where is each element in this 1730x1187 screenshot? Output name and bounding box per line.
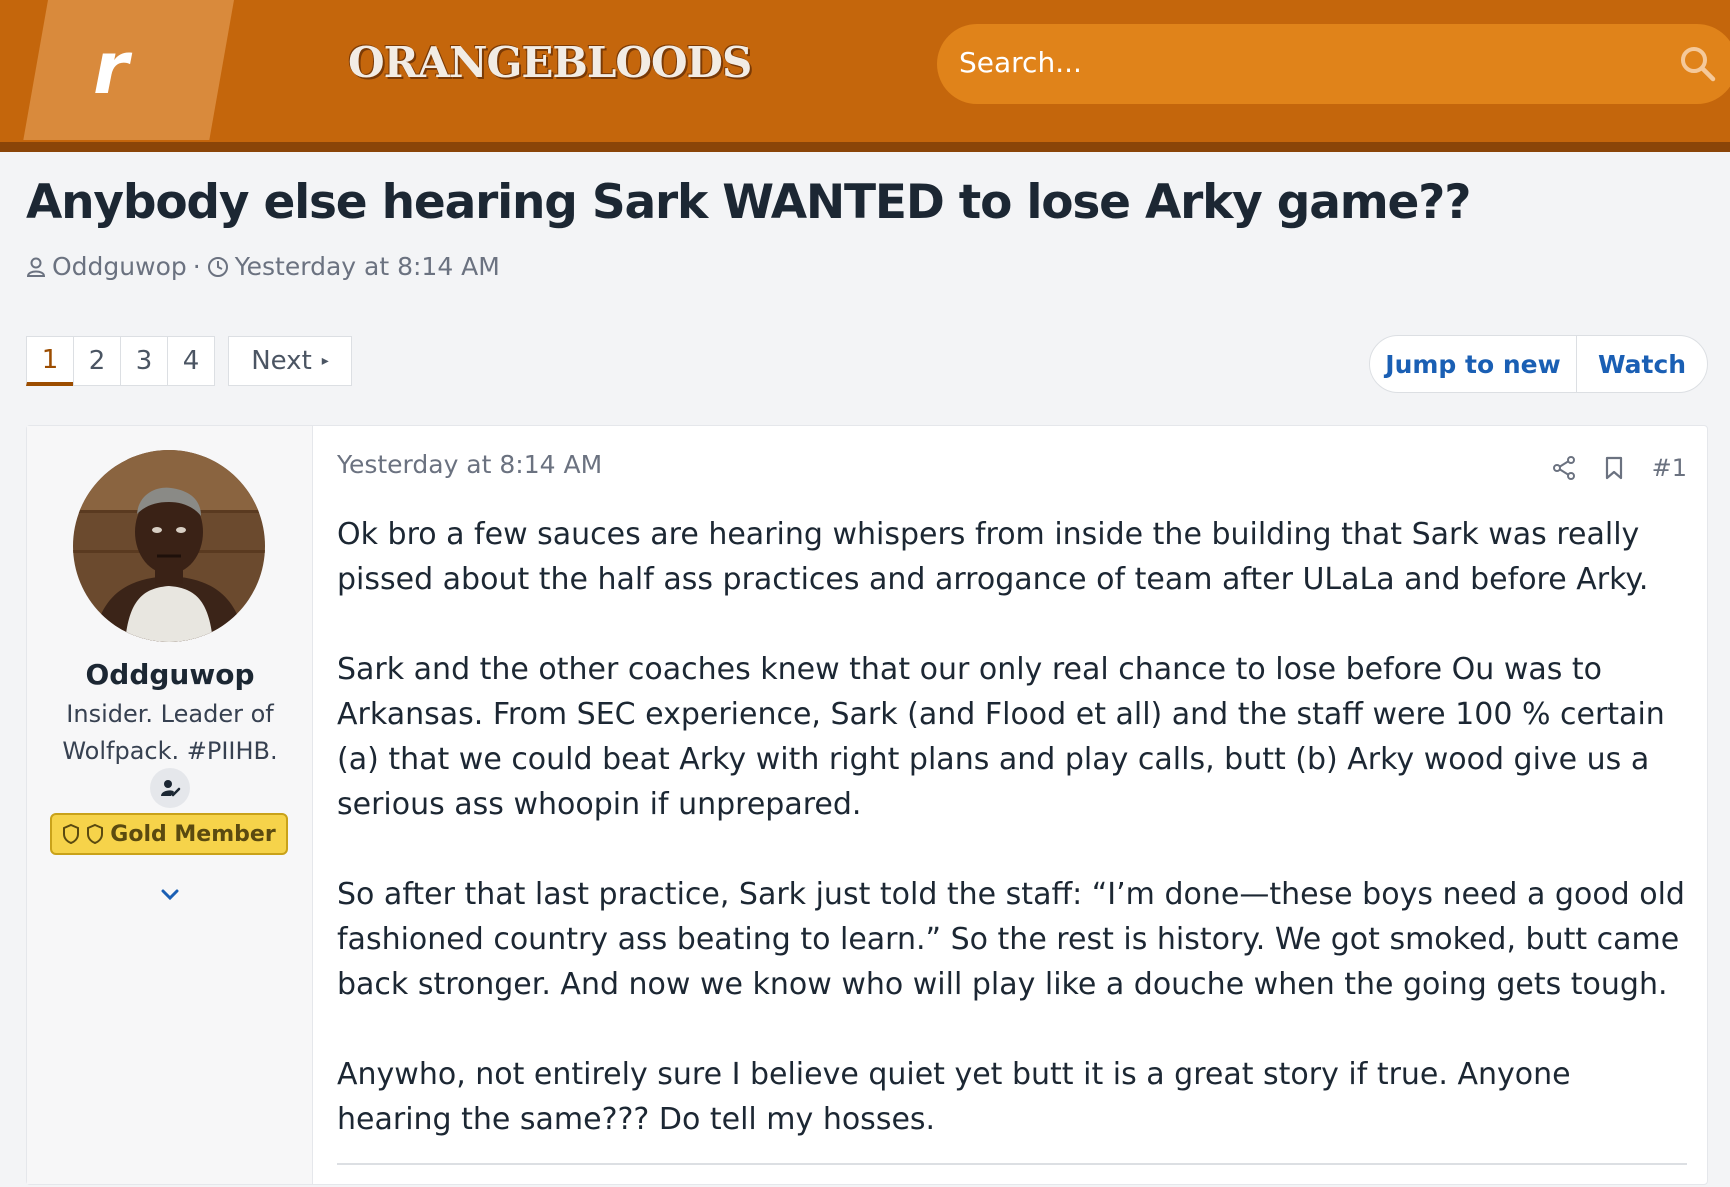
pagination: 1 2 3 4 Next ▸ [26,336,352,386]
site-header: r ORANGEBLOODS Search... [0,0,1730,152]
post-paragraph: So after that last practice, Sark just t… [337,877,1685,1002]
next-page-label: Next [251,346,312,376]
user-icon [26,257,46,277]
page-1-link[interactable]: 1 [26,336,74,386]
post-footer-divider [337,1163,1687,1165]
post-username-link[interactable]: Oddguwop [27,658,313,691]
user-edit-icon [150,768,190,808]
post-1: Oddguwop Insider. Leader of Wolfpack. #P… [26,425,1708,1185]
post-tools: #1 [1552,454,1687,482]
badge-label: Gold Member [110,821,276,847]
clock-icon [207,256,228,277]
post-date-link[interactable]: Yesterday at 8:14 AM [337,450,602,479]
page-2-link[interactable]: 2 [73,336,121,386]
gold-member-badge: Gold Member [50,813,288,855]
post-paragraph: Sark and the other coaches knew that our… [337,652,1665,822]
post-body: Ok bro a few sauces are hearing whispers… [337,512,1687,1187]
avatar-image [73,450,265,642]
thread-date-link[interactable]: Yesterday at 8:14 AM [235,252,500,281]
shield-icon [87,823,104,845]
meta-separator: · [192,252,201,281]
page-4-link[interactable]: 4 [167,336,215,386]
site-logo[interactable]: r [93,18,129,118]
thread-meta: Oddguwop · Yesterday at 8:14 AM [26,252,500,281]
thread-actions: Jump to new Watch [1369,335,1708,393]
post-number-link[interactable]: #1 [1652,454,1687,482]
thread-author-link[interactable]: Oddguwop [52,252,187,281]
share-icon[interactable] [1552,455,1576,481]
site-name-logo[interactable]: ORANGEBLOODS [348,38,752,87]
search-placeholder: Search... [959,46,1082,79]
search-input[interactable]: Search... [937,24,1730,104]
post-paragraph: Anywho, not entirely sure I believe quie… [337,1057,1571,1137]
next-page-button[interactable]: Next ▸ [228,336,352,386]
jump-to-new-button[interactable]: Jump to new [1370,335,1577,393]
chevron-down-icon[interactable] [158,886,182,904]
chevron-right-icon: ▸ [321,353,329,369]
thread-title: Anybody else hearing Sark WANTED to lose… [26,175,1471,230]
watch-button[interactable]: Watch [1577,335,1707,393]
bookmark-icon[interactable] [1604,455,1624,481]
post-paragraph: Ok bro a few sauces are hearing whispers… [337,517,1649,597]
search-icon[interactable] [1678,44,1718,84]
avatar[interactable] [73,450,265,642]
post-user-info: Oddguwop Insider. Leader of Wolfpack. #P… [27,426,313,1184]
page-3-link[interactable]: 3 [120,336,168,386]
user-title: Insider. Leader of Wolfpack. #PIIHB. [62,700,278,765]
shield-icon [63,823,80,845]
